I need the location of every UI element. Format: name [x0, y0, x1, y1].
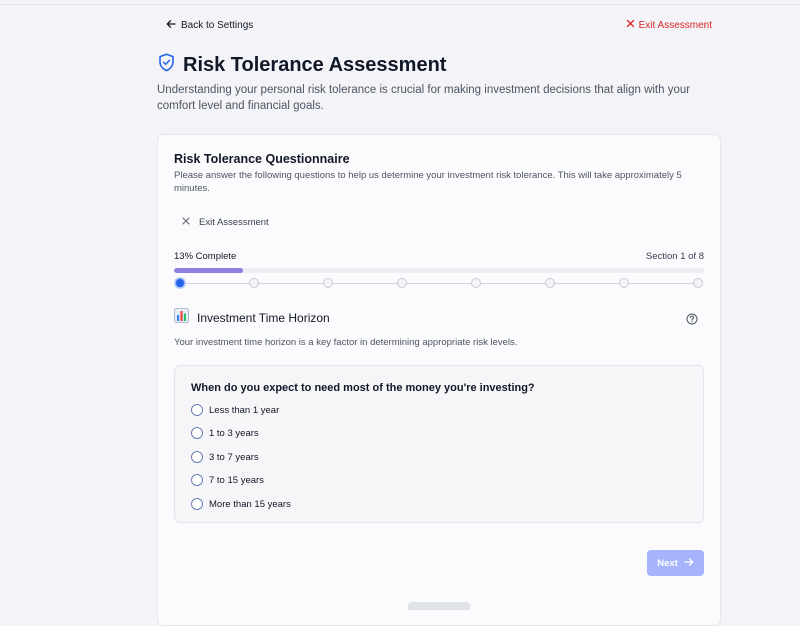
partial-button-below — [408, 602, 470, 610]
question-text: When do you expect to need most of the m… — [191, 382, 535, 394]
step-dot — [175, 278, 185, 288]
arrow-right-icon — [684, 557, 694, 570]
answer-option-label: 1 to 3 years — [209, 427, 259, 439]
shield-icon — [158, 53, 175, 77]
step-dot — [545, 278, 555, 288]
next-button-label: Next — [657, 557, 678, 569]
page-header: Risk Tolerance Assessment — [158, 53, 446, 77]
answer-option[interactable]: 1 to 3 years — [191, 427, 259, 439]
step-indicator — [174, 278, 704, 290]
back-to-settings-label: Back to Settings — [181, 20, 254, 31]
close-icon — [182, 217, 190, 228]
exit-assessment-inline-label: Exit Assessment — [199, 217, 269, 228]
page-title: Risk Tolerance Assessment — [183, 53, 447, 76]
step-dot — [249, 278, 259, 288]
close-icon — [626, 19, 635, 31]
step-dot — [619, 278, 629, 288]
question-box: When do you expect to need most of the m… — [174, 365, 704, 523]
exit-assessment-button[interactable]: Exit Assessment — [626, 19, 712, 31]
answer-option[interactable]: Less than 1 year — [191, 404, 279, 416]
progress-bar — [174, 268, 704, 273]
step-dot — [471, 278, 481, 288]
exit-assessment-label: Exit Assessment — [638, 19, 712, 31]
next-button[interactable]: Next — [647, 550, 704, 576]
questionnaire-description: Please answer the following questions to… — [174, 170, 682, 194]
answer-option-label: 7 to 15 years — [209, 474, 264, 486]
step-dot — [693, 278, 703, 288]
answer-option-label: 3 to 7 years — [209, 451, 259, 463]
answer-option[interactable]: 7 to 15 years — [191, 474, 264, 486]
questionnaire-title: Risk Tolerance Questionnaire — [174, 152, 350, 166]
questionnaire-card: Risk Tolerance Questionnaire Please answ… — [157, 134, 721, 626]
step-dot — [397, 278, 407, 288]
progress-bar-fill — [174, 268, 243, 273]
help-circle-icon[interactable] — [686, 312, 698, 330]
bar-chart-icon — [174, 308, 189, 328]
answer-option-label: More than 15 years — [209, 498, 291, 510]
radio-button[interactable] — [191, 451, 203, 463]
section-description: Your investment time horizon is a key fa… — [174, 337, 518, 348]
arrow-left-icon — [166, 19, 176, 32]
answer-option[interactable]: 3 to 7 years — [191, 451, 259, 463]
radio-button[interactable] — [191, 427, 203, 439]
answer-option[interactable]: More than 15 years — [191, 498, 291, 510]
back-to-settings-link[interactable]: Back to Settings — [166, 19, 253, 32]
answer-option-label: Less than 1 year — [209, 404, 280, 416]
exit-assessment-inline-button[interactable]: Exit Assessment — [182, 217, 269, 228]
radio-button[interactable] — [191, 498, 203, 510]
radio-button[interactable] — [191, 404, 203, 416]
step-dot — [323, 278, 333, 288]
section-counter: Section 1 of 8 — [645, 251, 704, 262]
section-title: Investment Time Horizon — [197, 311, 330, 325]
section-header: Investment Time Horizon — [174, 308, 704, 330]
progress-percent-label: 13% Complete — [174, 251, 237, 262]
top-divider — [0, 4, 800, 5]
radio-button[interactable] — [191, 474, 203, 486]
page-intro: Understanding your personal risk toleran… — [157, 84, 691, 112]
